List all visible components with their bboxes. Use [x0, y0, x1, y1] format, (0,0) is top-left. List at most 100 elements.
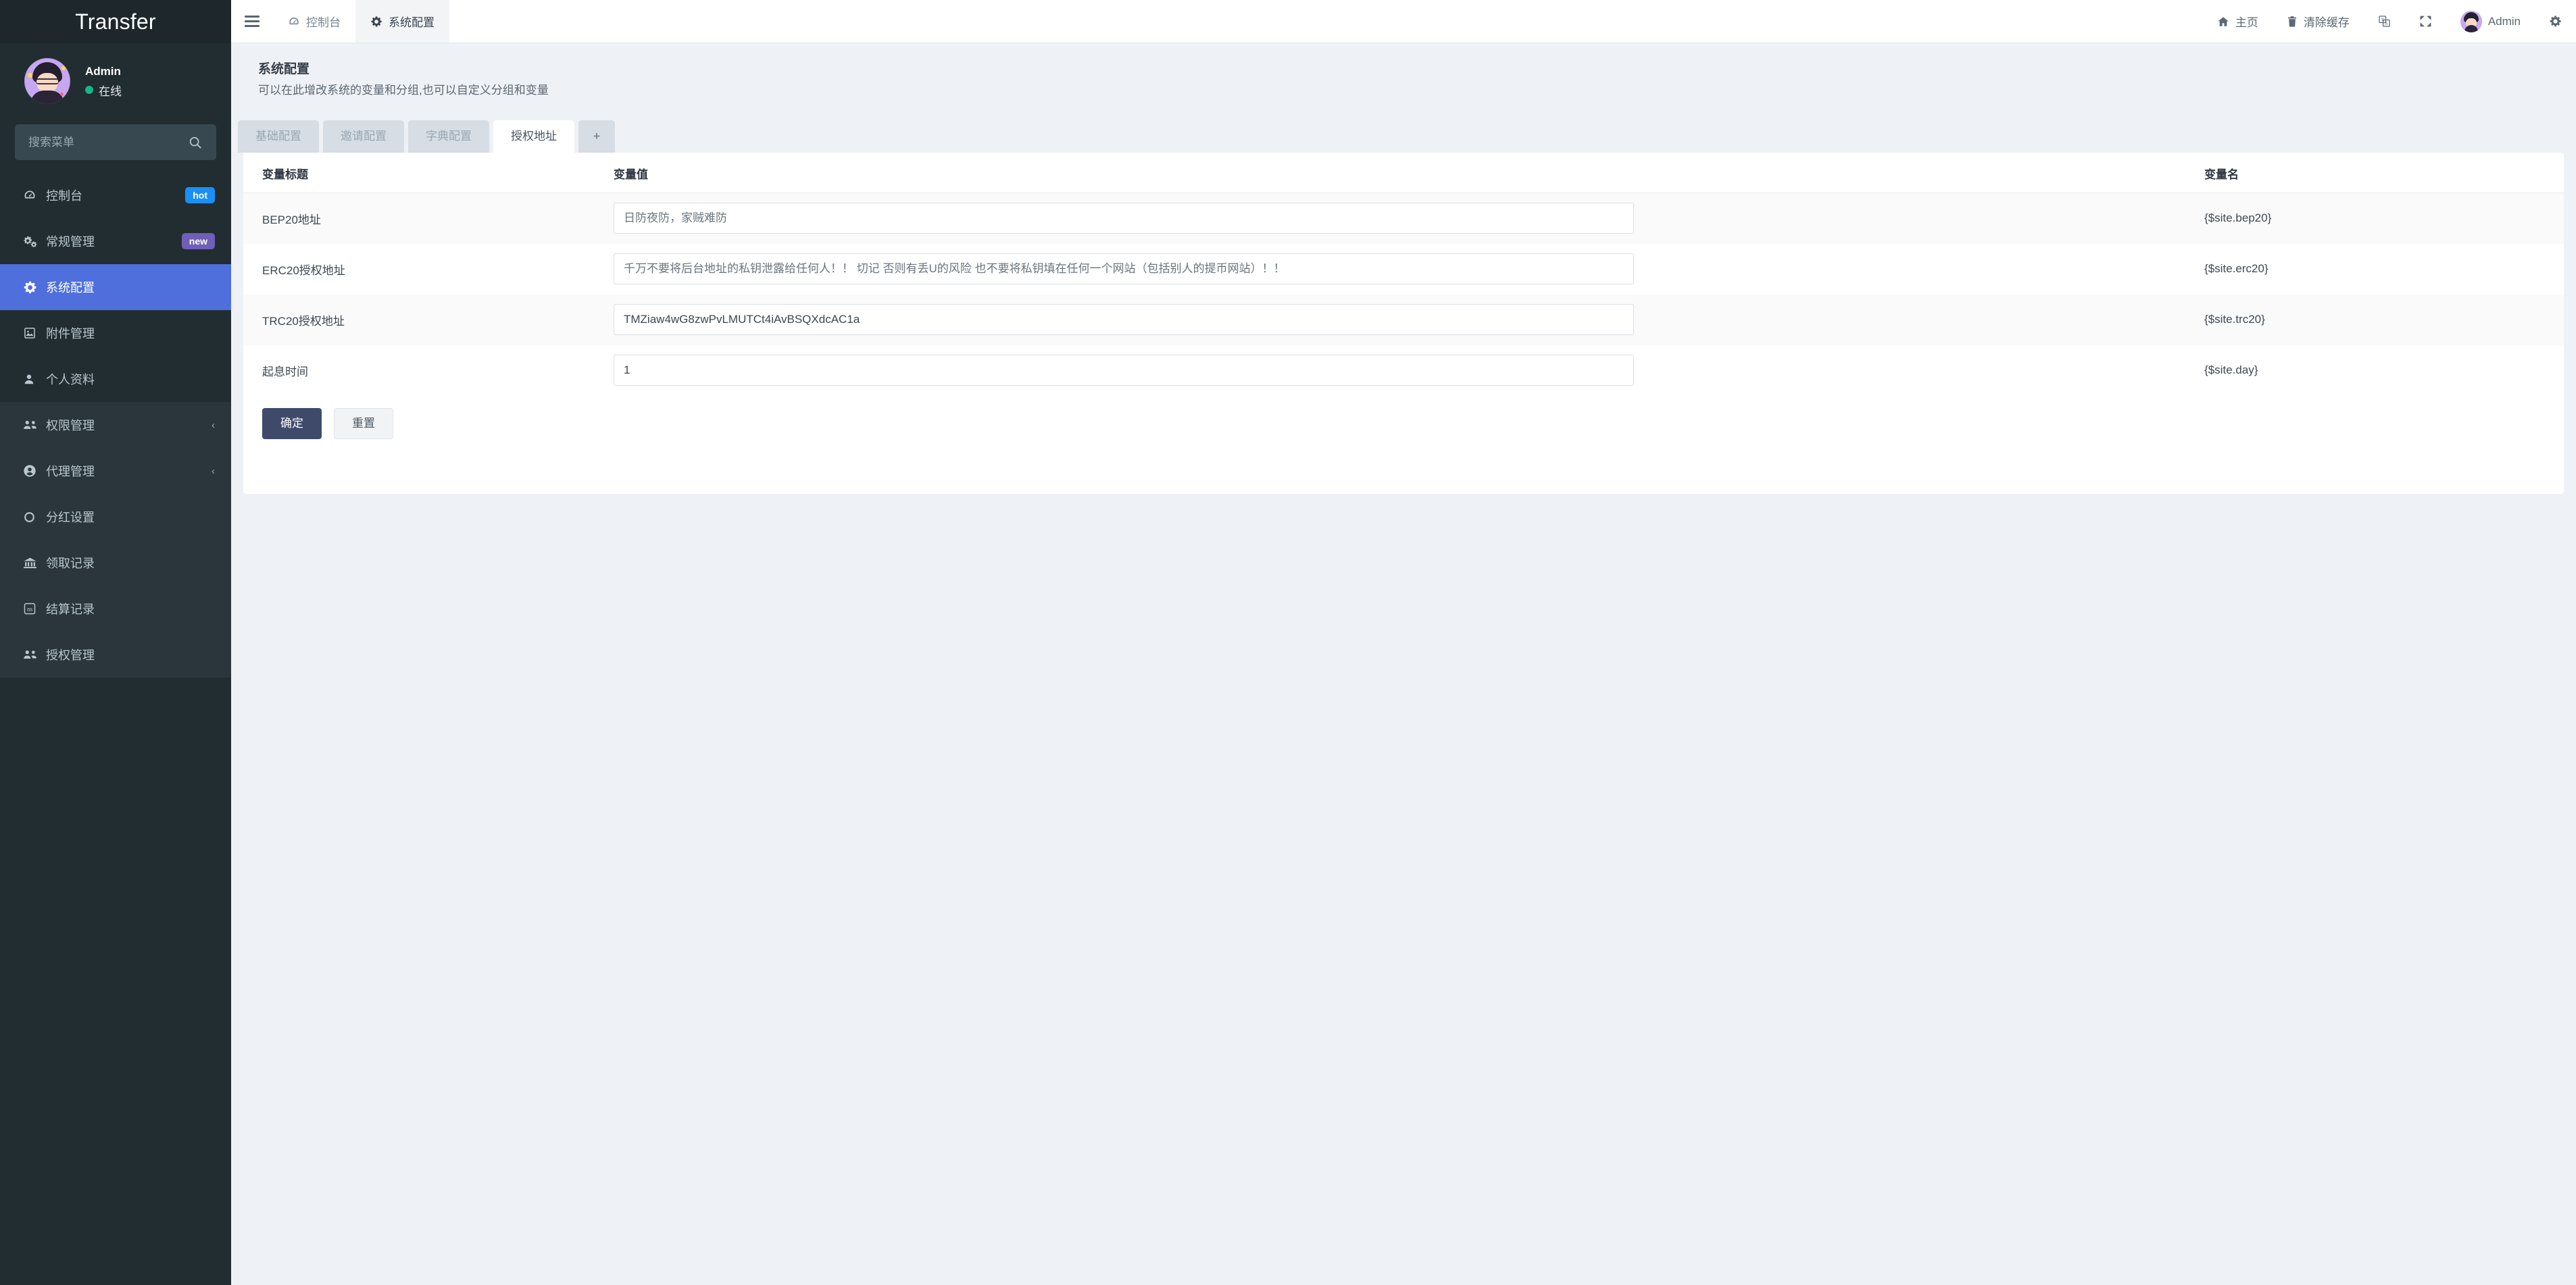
varname-text: {$site.day}	[2204, 363, 2258, 376]
table-row: TRC20授权地址 {$site.trc20}	[243, 294, 2564, 345]
gear-icon	[23, 280, 46, 295]
chevron-left-icon: ‹	[212, 419, 215, 431]
search-icon[interactable]	[188, 135, 203, 150]
sidebar-item-attachment-management[interactable]: 附件管理	[0, 310, 231, 356]
sidebar-search	[0, 119, 231, 172]
brand-logo[interactable]: Transfer	[0, 0, 231, 43]
user-menu-label: Admin	[2487, 14, 2521, 28]
trash-icon	[2287, 16, 2298, 28]
tab-label: 系统配置	[389, 16, 435, 29]
cogs-icon	[23, 234, 46, 248]
dashboard-icon	[23, 188, 46, 202]
input-trc20-address[interactable]	[614, 304, 1634, 335]
tab-invite-config[interactable]: 邀请配置	[323, 120, 404, 153]
sidebar-item-settlement-records[interactable]: as 结算记录	[0, 586, 231, 632]
row-value-cell	[595, 244, 2185, 295]
tab-dictionary-config[interactable]: 字典配置	[408, 120, 489, 153]
home-icon	[2217, 16, 2229, 28]
table-head: 变量标题 变量值 变量名	[243, 153, 2564, 193]
input-bep20-address[interactable]	[614, 203, 1634, 234]
sidebar-item-system-config[interactable]: 系统配置	[0, 264, 231, 310]
fullscreen-button[interactable]	[2405, 0, 2446, 43]
table-row: BEP20地址 {$site.bep20}	[243, 193, 2564, 244]
row-varname: {$site.erc20}	[2185, 244, 2564, 295]
home-label: 主页	[2235, 16, 2258, 29]
sidebar-item-dividend-settings[interactable]: 分红设置	[0, 494, 231, 540]
sidebar-item-agent-management[interactable]: 代理管理 ‹	[0, 448, 231, 494]
varname-text: {$site.bep20}	[2204, 211, 2272, 225]
sidebar: Transfer Admin 在线 搜索菜单 控制台 hot 常规管理 new …	[0, 0, 231, 1285]
row-value-cell	[595, 193, 2185, 244]
varname-text: {$site.erc20}	[2204, 262, 2269, 275]
row-title: 起息时间	[262, 365, 308, 378]
config-tabs: 基础配置 邀请配置 字典配置 授权地址 +	[231, 99, 2576, 153]
col-header-value: 变量值	[595, 153, 2185, 193]
tab-authorization-address[interactable]: 授权地址	[493, 120, 574, 153]
online-dot-icon	[85, 86, 93, 94]
brand-title: Transfer	[75, 9, 156, 34]
row-title: TRC20授权地址	[243, 294, 595, 345]
svg-text:A: A	[2385, 22, 2388, 26]
home-button[interactable]: 主页	[2203, 0, 2273, 43]
chevron-left-icon: ‹	[212, 465, 215, 477]
search-input[interactable]	[28, 135, 188, 149]
sidebar-item-dashboard[interactable]: 控制台 hot	[0, 172, 231, 218]
sidebar-item-label: 个人资料	[46, 373, 95, 386]
sidebar-item-label: 常规管理	[46, 235, 95, 249]
input-interest-start-day[interactable]	[614, 355, 1634, 386]
clear-cache-button[interactable]: 清除缓存	[2273, 0, 2364, 43]
menu-icon[interactable]	[231, 0, 273, 43]
config-table: 变量标题 变量值 变量名 BEP20地址 {$site.bep2	[243, 153, 2564, 396]
user-menu[interactable]: Admin	[2446, 0, 2535, 43]
badge-hot: hot	[185, 187, 215, 203]
sidebar-menu: 控制台 hot 常规管理 new 系统配置 附件管理 个人资料 权限管理 ‹ 代…	[0, 172, 231, 678]
sidebar-item-label: 结算记录	[46, 603, 95, 616]
main-area: 控制台 系统配置 主页 清除缓存 文 A Admin 系统配置 可以在此增改系统…	[231, 0, 2576, 1285]
row-title: ERC20授权地址	[262, 263, 345, 277]
user-status-label: 在线	[99, 84, 122, 98]
users-icon	[23, 649, 46, 661]
sidebar-item-profile[interactable]: 个人资料	[0, 356, 231, 402]
sidebar-item-label: 系统配置	[46, 281, 95, 295]
tab-dashboard[interactable]: 控制台	[273, 0, 355, 43]
sidebar-item-label: 授权管理	[46, 649, 95, 662]
image-file-icon	[23, 326, 46, 340]
clear-cache-label: 清除缓存	[2303, 16, 2350, 29]
reset-button[interactable]: 重置	[334, 407, 393, 439]
dashboard-icon	[288, 16, 300, 28]
search-box[interactable]	[15, 124, 216, 160]
gear-icon	[370, 16, 382, 28]
sidebar-item-label: 控制台	[46, 189, 82, 203]
tab-system-config[interactable]: 系统配置	[355, 0, 449, 43]
add-tab-button[interactable]: +	[578, 120, 615, 153]
row-varname: {$site.bep20}	[2185, 193, 2564, 244]
input-erc20-address[interactable]	[614, 253, 1634, 284]
language-button[interactable]: 文 A	[2364, 0, 2405, 43]
config-panel: 变量标题 变量值 变量名 BEP20地址 {$site.bep2	[243, 153, 2564, 494]
submit-button[interactable]: 确定	[262, 407, 322, 439]
topbar: 控制台 系统配置 主页 清除缓存 文 A Admin	[231, 0, 2576, 43]
sidebar-item-claim-records[interactable]: 领取记录	[0, 540, 231, 586]
row-varname: {$site.day}	[2185, 345, 2564, 396]
user-status: 在线	[85, 82, 122, 99]
tab-basic-config[interactable]: 基础配置	[238, 120, 319, 153]
sidebar-item-general-management[interactable]: 常规管理 new	[0, 218, 231, 264]
page-header: 系统配置 可以在此增改系统的变量和分组,也可以自定义分组和变量	[231, 43, 2576, 99]
table-body: BEP20地址 {$site.bep20} ERC20授权地址	[243, 193, 2564, 396]
settings-button[interactable]	[2535, 0, 2576, 43]
avatar	[24, 58, 70, 104]
users-icon	[23, 419, 46, 431]
col-header-name: 变量名	[2185, 153, 2564, 193]
content-area: 系统配置 可以在此增改系统的变量和分组,也可以自定义分组和变量 基础配置 邀请配…	[231, 43, 2576, 1285]
sidebar-item-authorization-management[interactable]: 授权管理	[0, 632, 231, 678]
sidebar-menu-group: 权限管理 ‹ 代理管理 ‹ 分红设置 领取记录 as 结算记录 授权管理	[0, 402, 231, 678]
user-name: Admin	[85, 64, 121, 78]
row-value-cell	[595, 345, 2185, 396]
svg-text:文: 文	[2381, 17, 2385, 22]
varname-text: {$site.trc20}	[2204, 313, 2265, 326]
topbar-nav: 控制台 系统配置	[273, 0, 449, 43]
user-icon	[23, 373, 46, 386]
sidebar-item-label: 领取记录	[46, 557, 95, 570]
sidebar-item-permission-management[interactable]: 权限管理 ‹	[0, 402, 231, 448]
